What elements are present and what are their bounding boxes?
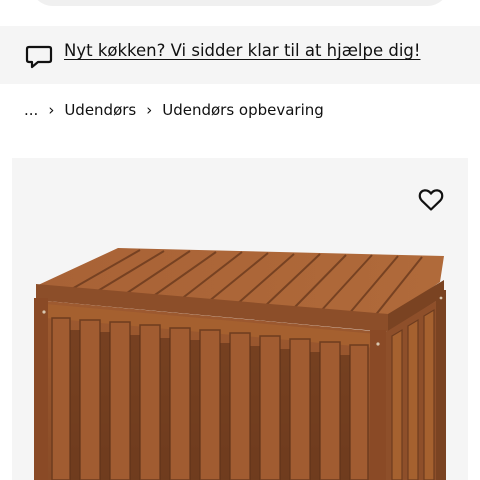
breadcrumb-item-udendors[interactable]: Udendørs [64,101,136,119]
breadcrumb-item-ellipsis[interactable]: ... [24,101,38,119]
search-bar[interactable] [30,0,450,6]
chevron-right-icon: › [146,101,153,119]
page: Nyt køkken? Vi sidder klar til at hjælpe… [0,0,480,480]
product-image[interactable] [12,158,468,480]
chat-bubble-icon [25,45,53,69]
favorite-button[interactable] [413,182,449,218]
help-banner: Nyt køkken? Vi sidder klar til at hjælpe… [0,26,480,84]
help-link[interactable]: Nyt køkken? Vi sidder klar til at hjælpe… [64,41,421,60]
breadcrumb: ... › Udendørs › Udendørs opbevaring [24,99,324,121]
heart-icon [418,189,444,211]
chevron-right-icon: › [48,101,55,119]
breadcrumb-item-udendors-opbevaring[interactable]: Udendørs opbevaring [162,101,324,119]
wooden-storage-box-image [34,248,446,480]
